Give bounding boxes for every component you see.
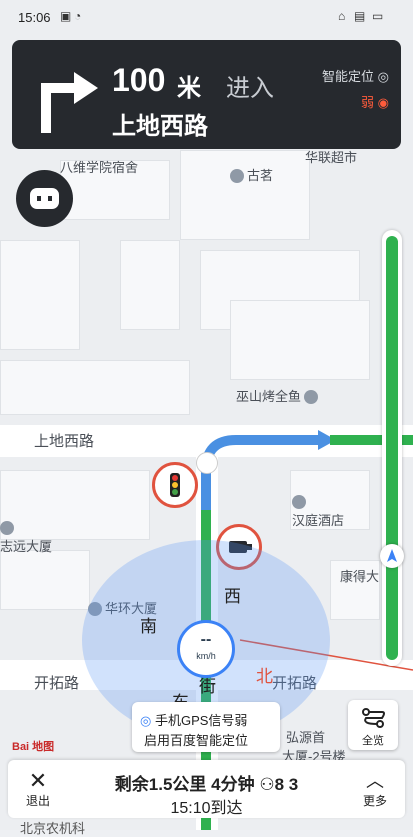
label-kaituo-left: 开拓路	[34, 675, 80, 692]
more-label: 更多	[362, 794, 387, 808]
compass-south: 南	[140, 617, 157, 636]
robot-icon	[30, 188, 59, 209]
label-bottom-edge: 北京农机科	[20, 821, 86, 836]
label-road-shangdi: 上地西路	[34, 433, 95, 450]
camera-small-icon	[196, 452, 218, 474]
status-bar: 15:06 ▣ ◔ ⌂ ▤ ▭	[0, 0, 413, 36]
gps-icon: ◎	[140, 713, 152, 728]
compass-north: 北	[256, 667, 273, 686]
traffic-bar-fill	[386, 236, 398, 660]
smart-location-status: 智能定位 ◎	[322, 69, 389, 84]
poi-icon	[230, 168, 244, 183]
poi-kangde: 康得大	[340, 569, 380, 584]
turn-right-icon	[41, 72, 98, 133]
speedometer: -- km/h	[177, 620, 235, 678]
poi-guming: 古茗	[230, 165, 273, 184]
overview-label: 全览	[362, 735, 384, 747]
speed-unit: km/h	[196, 651, 216, 661]
status-time: 15:06	[18, 10, 51, 25]
voice-assistant-button[interactable]	[16, 170, 73, 227]
current-position-icon	[380, 544, 404, 568]
gps-enable-text: 启用百度智能定位	[144, 733, 249, 748]
remaining-summary: 剩余1.5公里 4分钟 ⚇8 3	[114, 775, 299, 794]
poi-icon	[304, 389, 319, 404]
location-icon: ◎	[377, 69, 389, 84]
traffic-light-icon: ⚇	[259, 775, 275, 794]
label-hongyuan: 弘源首	[286, 730, 326, 745]
more-button[interactable]: ︿ 更多	[355, 770, 395, 809]
arrival-time: 15:10到达	[170, 800, 243, 817]
notification-icon: ▣	[60, 9, 72, 23]
alarm-icon: ⌂	[338, 9, 346, 23]
nav-instruction-card[interactable]: 100 米 进入 上地西路 智能定位 ◎ 弱 ◉	[12, 40, 401, 149]
nav-street: 上地西路	[112, 113, 208, 140]
poi-zhiyuan: 志远大厦	[0, 520, 52, 555]
poi-hanting: 汉庭酒店	[292, 494, 344, 529]
compass-west: 西	[224, 587, 241, 606]
poi-bbq: 巫山烤全鱼	[236, 386, 321, 405]
bottom-bar: ✕ 退出 剩余1.5公里 4分钟 ⚇8 3 15:10到达 ︿ 更多	[8, 760, 405, 818]
baidu-logo: Bai 地图	[12, 741, 55, 753]
traffic-light-marker[interactable]	[152, 462, 198, 508]
traffic-light-count: ⚇8 3	[259, 775, 299, 794]
nav-distance-unit: 米	[177, 75, 201, 102]
poi-icon	[0, 520, 14, 535]
nav-action: 进入	[226, 75, 274, 102]
route-overview-icon	[362, 708, 385, 728]
label-top-right: 华联超市	[305, 150, 358, 165]
chevron-up-icon: ︿	[366, 771, 384, 791]
signal-weak-icon: ◉	[377, 95, 389, 110]
traffic-light-icon	[170, 473, 180, 497]
signal-strength: 弱 ◉	[361, 95, 389, 110]
battery-icon: ▭	[372, 9, 384, 23]
signal-icon: ▤	[354, 9, 366, 23]
gps-weak-text: ◎ 手机GPS信号弱	[140, 713, 248, 728]
poi-icon	[292, 494, 306, 509]
gps-weak-banner[interactable]: ◎ 手机GPS信号弱 启用百度智能定位	[132, 702, 280, 752]
speed-value: --	[200, 631, 212, 648]
overview-button[interactable]: 全览	[348, 700, 398, 750]
wifi-icon: ◔	[74, 9, 82, 23]
route-traffic-bar	[380, 230, 404, 666]
nav-distance: 100	[112, 62, 166, 98]
